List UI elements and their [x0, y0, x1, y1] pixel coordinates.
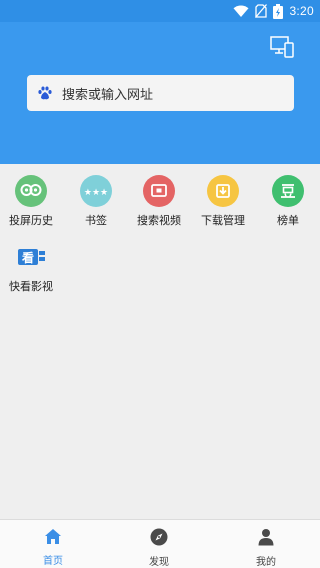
shortcut-label: 搜索视频 — [137, 214, 181, 227]
compass-icon — [150, 528, 168, 546]
svg-text:看: 看 — [22, 250, 34, 265]
header: 搜索或输入网址 — [0, 22, 320, 164]
tab-discover[interactable]: 发现 — [129, 528, 189, 568]
tab-mine[interactable]: 我的 — [236, 528, 296, 568]
person-icon — [258, 529, 274, 546]
status-bar: 3:20 — [0, 0, 320, 22]
tab-label: 我的 — [256, 557, 276, 568]
kuaikan-icon: 看 — [15, 241, 47, 273]
status-icons: 3:20 — [233, 2, 314, 20]
svg-text:★★★: ★★★ — [84, 188, 108, 198]
multi-screen-icon — [270, 36, 294, 58]
shortcut-label: 榜单 — [277, 214, 299, 227]
shortcut-cast-history[interactable]: 投屏历史 — [0, 175, 63, 228]
home-icon — [45, 529, 61, 544]
stars-icon: ★★★ — [80, 175, 112, 207]
shortcut-label: 下载管理 — [201, 214, 245, 227]
shortcut-label: 书签 — [85, 214, 107, 227]
battery-icon — [273, 3, 284, 19]
search-placeholder: 搜索或输入网址 — [62, 87, 154, 103]
shortcut-label: 投屏历史 — [9, 214, 53, 227]
shortcut-kuaikan[interactable]: 看 快看影视 — [0, 241, 63, 294]
multi-screen-button[interactable] — [270, 36, 294, 58]
glasses-icon — [15, 175, 47, 207]
tab-home[interactable]: 首页 — [23, 528, 83, 567]
search-input[interactable]: 搜索或输入网址 — [27, 75, 294, 111]
tab-label: 首页 — [43, 556, 63, 567]
shortcut-bookmarks[interactable]: ★★★ 书签 — [64, 175, 128, 228]
douban-icon — [272, 175, 304, 207]
shortcut-download-manager[interactable]: 下载管理 — [191, 175, 255, 228]
status-time: 3:20 — [289, 4, 314, 18]
paw-logo-icon — [38, 86, 52, 100]
shortcut-label: 快看影视 — [9, 280, 53, 293]
tab-label: 发现 — [149, 557, 169, 568]
no-sim-icon — [255, 4, 268, 18]
shortcut-search-video[interactable]: 搜索视频 — [127, 175, 191, 228]
download-icon — [207, 175, 239, 207]
tv-icon — [143, 175, 175, 207]
shortcut-rankings[interactable]: 榜单 — [256, 175, 320, 228]
wifi-icon — [233, 5, 249, 17]
bottom-tab-bar: 首页 发现 我的 — [0, 519, 320, 568]
